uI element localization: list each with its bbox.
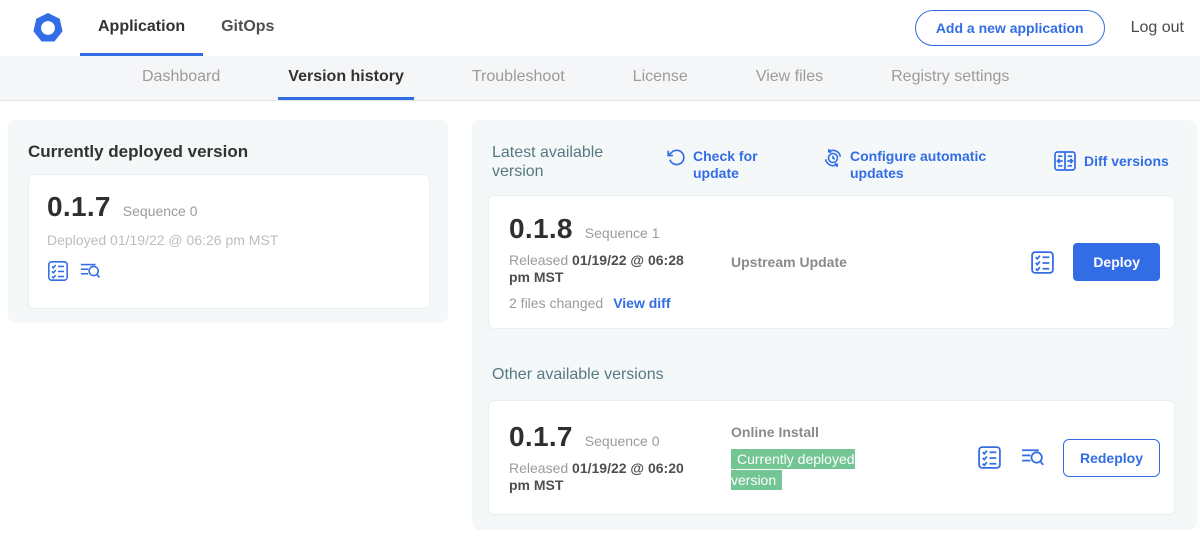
subnav-item-view-files[interactable]: View files [746, 56, 833, 100]
check-for-update-label: Check for update [693, 148, 765, 182]
heptagon-logo-icon [30, 10, 66, 46]
latest-available-title: Latest available version [492, 143, 642, 181]
released-label: Released [509, 460, 568, 476]
release-notes-search-icon[interactable] [79, 260, 101, 282]
subnav-item-version-history[interactable]: Version history [278, 56, 414, 100]
tab-gitops[interactable]: GitOps [203, 0, 292, 56]
redeploy-button[interactable]: Redeploy [1063, 439, 1160, 477]
app-header: Application GitOps Add a new application… [0, 0, 1200, 56]
tab-gitops-label: GitOps [221, 18, 274, 36]
config-checklist-icon[interactable] [1030, 250, 1055, 275]
refresh-icon [667, 148, 686, 182]
add-application-button[interactable]: Add a new application [915, 10, 1105, 46]
header-right: Add a new application Log out [915, 0, 1184, 56]
view-diff-link[interactable]: View diff [613, 295, 670, 311]
other-released-date: Released 01/19/22 @ 06:20 pm MST [509, 460, 705, 494]
deployed-date: Deployed 01/19/22 @ 06:26 pm MST [47, 232, 411, 248]
deployed-sequence: Sequence 0 [123, 203, 198, 219]
deployed-version-number: 0.1.7 [47, 191, 111, 223]
other-version-number: 0.1.7 [509, 421, 573, 453]
subnav-item-dashboard[interactable]: Dashboard [132, 56, 230, 100]
configure-automatic-updates-label: Configure automatic updates [850, 148, 1000, 182]
logout-link[interactable]: Log out [1131, 19, 1184, 37]
check-for-update-link[interactable]: Check for update [667, 148, 765, 182]
other-version-card: 0.1.7 Sequence 0 Released 01/19/22 @ 06:… [488, 400, 1175, 515]
latest-source-label: Upstream Update [731, 254, 1030, 270]
other-source-label: Online Install [731, 424, 977, 440]
diff-versions-label: Diff versions [1084, 153, 1169, 170]
currently-deployed-badge: Currently deployed version [731, 449, 855, 490]
latest-version-number: 0.1.8 [509, 213, 573, 245]
config-checklist-icon[interactable] [47, 260, 69, 282]
kots-logo [30, 0, 66, 56]
schedule-update-icon [823, 148, 843, 182]
release-notes-search-icon[interactable] [1020, 445, 1045, 470]
latest-version-card: 0.1.8 Sequence 1 Released 01/19/22 @ 06:… [488, 195, 1175, 329]
tab-application-label: Application [98, 18, 185, 36]
other-available-versions-title: Other available versions [492, 366, 664, 384]
main-content: Currently deployed version 0.1.7 Sequenc… [0, 101, 1200, 536]
deploy-button[interactable]: Deploy [1073, 243, 1160, 281]
subnav-item-registry-settings[interactable]: Registry settings [881, 56, 1019, 100]
deployed-version-card: 0.1.7 Sequence 0 Deployed 01/19/22 @ 06:… [28, 174, 430, 309]
header-tabs: Application GitOps [80, 0, 292, 56]
released-label: Released [509, 252, 568, 268]
subnav-item-license[interactable]: License [623, 56, 698, 100]
diff-icon [1053, 149, 1077, 173]
configure-automatic-updates-link[interactable]: Configure automatic updates [823, 148, 1000, 182]
currently-deployed-panel: Currently deployed version 0.1.7 Sequenc… [8, 120, 448, 323]
config-checklist-icon[interactable] [977, 445, 1002, 470]
tab-application[interactable]: Application [80, 0, 203, 56]
latest-sequence: Sequence 1 [585, 225, 660, 241]
files-changed-text: 2 files changed [509, 295, 603, 311]
other-sequence: Sequence 0 [585, 433, 660, 449]
subnav-item-troubleshoot[interactable]: Troubleshoot [462, 56, 575, 100]
available-versions-panel: Latest available version Check for updat… [472, 120, 1197, 530]
currently-deployed-title: Currently deployed version [28, 142, 428, 162]
latest-released-date: Released 01/19/22 @ 06:28 pm MST [509, 252, 705, 286]
diff-versions-link[interactable]: Diff versions [1053, 149, 1169, 173]
app-subnav: Dashboard Version history Troubleshoot L… [0, 56, 1200, 101]
